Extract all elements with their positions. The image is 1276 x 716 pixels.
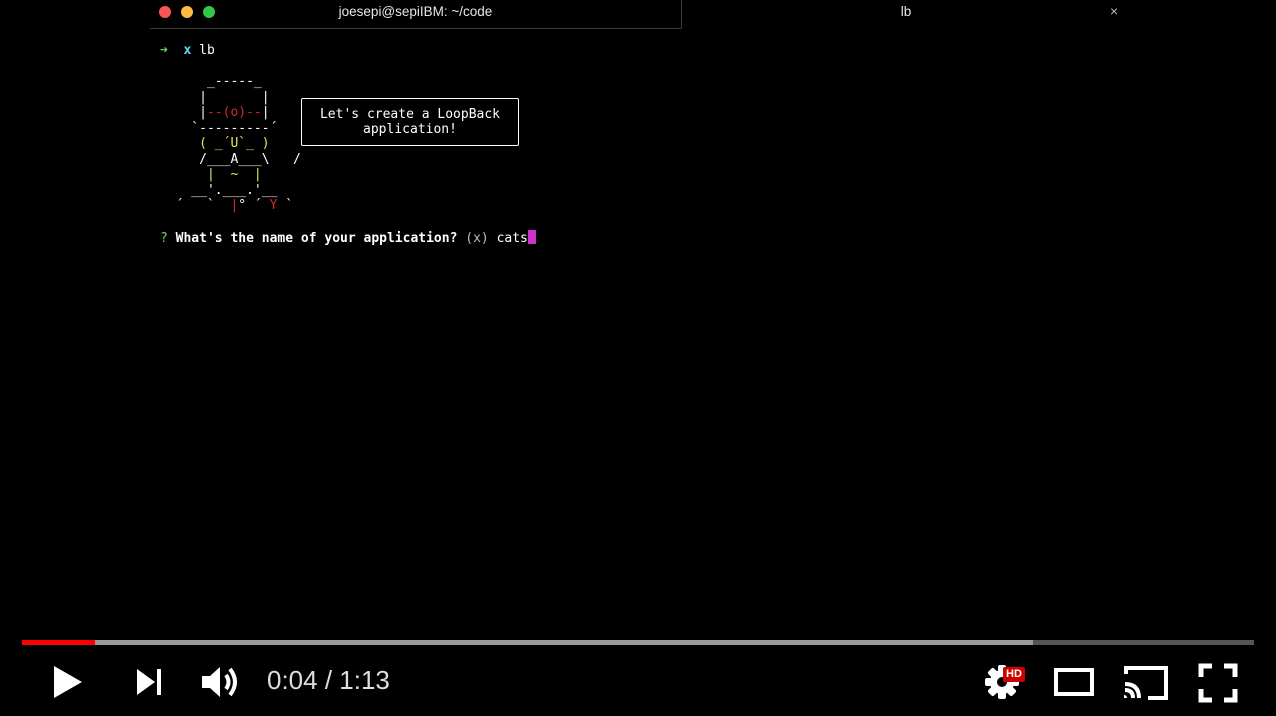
prompt-line: ➜ x lb (160, 43, 215, 59)
prompt-arrow-icon: ➜ (160, 43, 168, 58)
question-text: What's the name of your application? (175, 231, 458, 246)
volume-icon (202, 667, 237, 697)
theater-mode-icon (1054, 668, 1094, 696)
current-time: 0:04 (267, 665, 318, 695)
speech-bubble-line-1: Let's create a LoopBack (319, 106, 500, 122)
loopback-mascot-ascii-art: _-----_ | | |--(o)--| `---------´ ( _´U`… (175, 74, 301, 213)
speech-bubble-line-2: application! (363, 122, 457, 137)
prompt-status: x (183, 43, 192, 58)
tab-close-icon[interactable]: × (1110, 3, 1118, 19)
default-hint: (x) (465, 231, 489, 246)
fullscreen-button[interactable] (1198, 663, 1238, 708)
cast-icon (1124, 666, 1168, 700)
time-display: 0:04 / 1:13 (267, 665, 390, 695)
duration: 1:13 (339, 665, 390, 695)
play-icon (54, 666, 82, 698)
speech-bubble: Let's create a LoopBack application! (301, 98, 519, 146)
terminal-titlebar: joesepi@sepiIBM: ~/code (150, 0, 682, 29)
window-title: joesepi@sepiIBM: ~/code (338, 4, 493, 19)
cast-button[interactable] (1122, 664, 1170, 707)
progress-buffered (22, 640, 1034, 645)
fullscreen-icon (1198, 663, 1238, 703)
theater-mode-button[interactable] (1053, 667, 1095, 702)
next-icon (137, 669, 161, 695)
volume-button[interactable] (200, 663, 242, 706)
play-button[interactable] (50, 663, 86, 706)
app-name-question: ? What's the name of your application? (… (160, 230, 536, 247)
progress-bar[interactable] (22, 640, 1254, 645)
progress-played (22, 640, 95, 645)
question-mark: ? (160, 231, 168, 246)
answer-input[interactable]: cats (497, 231, 528, 246)
hd-badge: HD (1003, 667, 1025, 682)
next-button[interactable] (134, 667, 166, 702)
command-text: lb (199, 43, 215, 58)
tab-title[interactable]: lb (860, 4, 952, 19)
text-cursor (527, 230, 536, 244)
